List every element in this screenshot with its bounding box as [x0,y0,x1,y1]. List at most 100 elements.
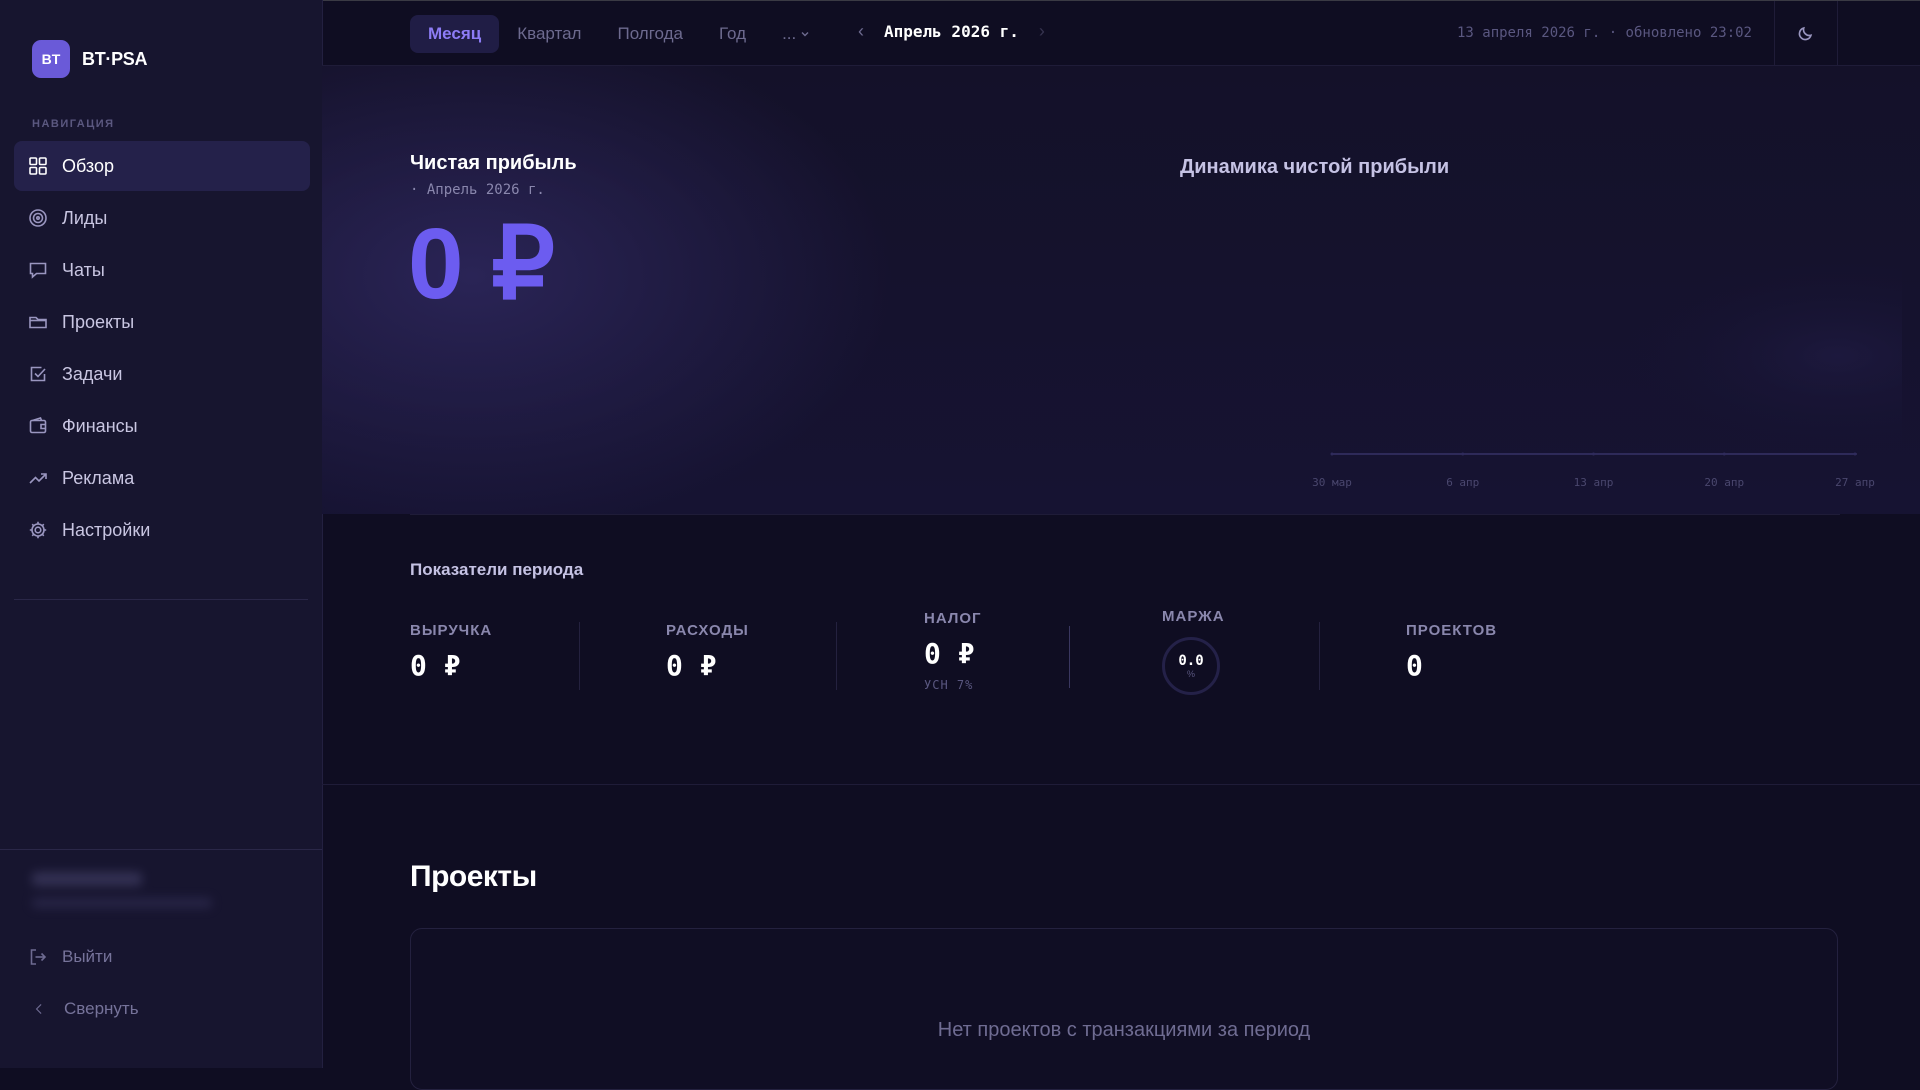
next-period-button[interactable]: › [1039,21,1045,42]
updated-timestamp: 13 апреля 2026 г. · обновлено 23:02 [1456,25,1752,41]
logout-label: Выйти [62,947,113,966]
kpi-value: 0 ₽ [666,649,717,682]
kpi-label: РАСХОДЫ [666,622,749,639]
sidebar-item-settings[interactable]: Настройки [14,505,310,555]
sidebar-item-label: Обзор [62,155,114,176]
kpi-margin: МАРЖА 0.0 % [1162,608,1225,695]
sidebar-item-projects[interactable]: Проекты [14,297,310,347]
projects-table: Нет проектов с транзакциями за период [410,928,1838,1090]
net-profit-period: · Апрель 2026 г. [410,182,545,198]
target-icon [29,209,47,227]
logout-button[interactable]: Выйти [28,947,112,967]
chevron-left-icon [35,1004,42,1014]
kpi-label: НАЛОГ [924,610,982,627]
kpi-label: ВЫРУЧКА [410,622,493,639]
more-label: ... [782,24,797,43]
section-divider [410,514,1840,515]
projects-empty-state: Нет проектов с транзакциями за период [937,1019,1311,1041]
period-metrics-title: Показатели периода [410,560,584,579]
tab-half-year[interactable]: Полгода [599,15,701,53]
period-navigator: ‹ Апрель 2026 г. › [858,21,1045,42]
app-logo[interactable]: BT BT·PSA [32,40,148,78]
projects-title: Проекты [410,860,537,893]
net-profit-title: Чистая прибыль [410,152,577,174]
chat-icon [29,262,47,279]
wallet-icon [29,417,47,434]
sidebar-item-label: Настройки [62,519,151,540]
tab-month[interactable]: Месяц [410,15,500,53]
sidebar-item-chats[interactable]: Чаты [14,245,310,295]
grid-icon [29,157,47,175]
net-profit-hero: Чистая прибыль · Апрель 2026 г. 0 ₽ Дина… [322,66,1920,514]
sidebar-item-label: Реклама [62,467,135,488]
section-divider [322,784,1920,785]
chart-point [1592,452,1595,456]
kpi-tax: НАЛОГ 0 ₽ УСН 7% [924,610,982,692]
kpi-label: МАРЖА [1162,608,1225,625]
logout-icon [30,949,47,965]
margin-gauge: 0.0 % [1162,637,1220,695]
kpi-value: 0 [1406,649,1423,682]
tab-quarter[interactable]: Квартал [499,15,599,53]
chart-x-tick-label: 13 апр [1574,476,1614,489]
margin-unit: % [1186,668,1195,679]
sidebar-item-finance[interactable]: Финансы [14,401,310,451]
trend-up-icon [29,473,47,484]
sidebar-item-label: Чаты [62,259,105,280]
net-profit-chart: 30 мар 6 апр 13 апр 20 апр 27 апр [1312,256,1902,489]
period-label: Апрель 2026 г. [884,22,1019,41]
gear-icon [29,521,47,539]
logo-text: BT·PSA [82,48,148,69]
kpi-divider [1319,622,1320,690]
folder-icon [29,316,47,329]
sidebar-nav: Обзор Лиды Чаты Проекты Задачи Финансы Р… [14,141,310,557]
net-profit-value: 0 ₽ [408,208,556,320]
moon-icon [1798,26,1813,41]
kpi-divider [836,622,837,690]
topbar: Месяц Квартал Полгода Год ... ‹ Апрель 2… [322,1,1920,66]
period-tabs: Месяц Квартал Полгода Год ... [410,15,828,53]
sidebar: BT BT·PSA НАВИГАЦИЯ Обзор Лиды Чаты Прое… [0,0,323,1068]
kpi-divider [579,622,580,690]
kpi-revenue: ВЫРУЧКА 0 ₽ [410,622,492,682]
sidebar-item-label: Финансы [62,415,138,436]
margin-value: 0.0 [1178,652,1204,669]
chart-title: Динамика чистой прибыли [1180,156,1450,178]
theme-toggle-button[interactable] [1774,1,1838,65]
user-name-placeholder [32,872,142,886]
kpi-value: 0 ₽ [924,637,975,670]
tab-more-dropdown[interactable]: ... [764,15,828,53]
chevron-down-icon [801,32,809,37]
chart-x-tick-label: 6 апр [1446,476,1479,489]
sidebar-item-tasks[interactable]: Задачи [14,349,310,399]
user-profile-blurred[interactable] [32,872,212,908]
prev-period-button[interactable]: ‹ [858,21,864,42]
sidebar-divider [14,599,308,600]
kpi-note: УСН 7% [924,678,974,692]
collapse-label: Свернуть [64,999,139,1018]
chart-x-tick-label: 30 мар [1312,476,1352,489]
logo-badge: BT [32,40,70,78]
kpi-value: 0 ₽ [410,649,461,682]
chart-point [1461,452,1465,456]
sidebar-item-leads[interactable]: Лиды [14,193,310,243]
chart-point [1722,452,1726,456]
kpi-label: ПРОЕКТОВ [1406,622,1498,639]
tab-year[interactable]: Год [701,15,764,53]
collapse-button[interactable]: Свернуть [32,999,139,1019]
sidebar-item-ads[interactable]: Реклама [14,453,310,503]
checkbox-icon [30,366,46,382]
sidebar-item-overview[interactable]: Обзор [14,141,310,191]
kpi-divider [1069,626,1070,688]
kpi-expenses: РАСХОДЫ 0 ₽ [666,622,749,682]
kpi-projects: ПРОЕКТОВ 0 [1406,622,1497,682]
chart-point [1853,452,1857,456]
sidebar-item-label: Проекты [62,311,135,332]
chart-point [1330,452,1334,456]
nav-caption: НАВИГАЦИЯ [32,118,115,130]
sidebar-item-label: Задачи [62,363,123,384]
sidebar-divider [0,849,322,850]
chart-glow [1472,256,1902,456]
chart-x-tick-label: 20 апр [1704,476,1744,489]
user-email-placeholder [32,898,212,908]
